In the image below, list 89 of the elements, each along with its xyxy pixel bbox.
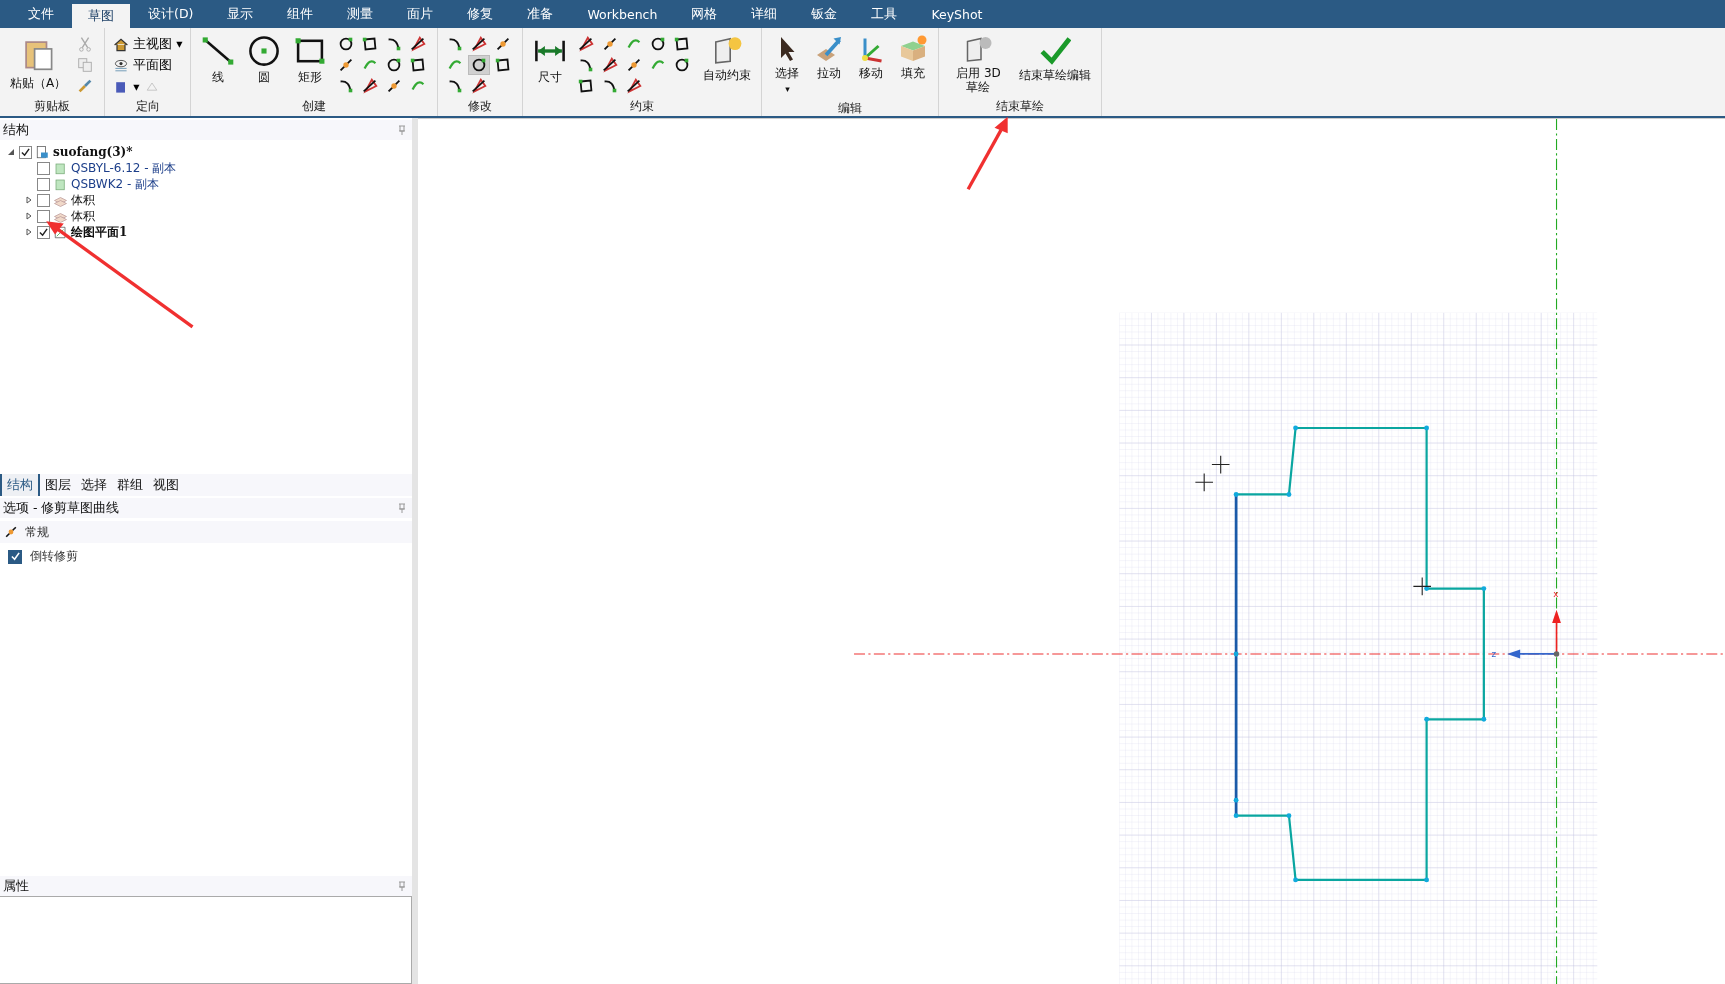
checkbox-label: 倒转修剪 bbox=[30, 549, 78, 564]
expand-toggle[interactable] bbox=[24, 212, 34, 220]
menu-tab[interactable]: 文件 bbox=[12, 0, 70, 28]
group-title: 修改 bbox=[467, 98, 494, 115]
panel-title: 属性 bbox=[3, 877, 29, 895]
panel-tab[interactable]: 视图 bbox=[148, 474, 184, 496]
menu-tab[interactable]: 详细 bbox=[735, 0, 794, 28]
menu-tab[interactable]: 修复 bbox=[451, 0, 510, 28]
sketch-tool-button[interactable]: 线 bbox=[197, 30, 240, 88]
copy-icon bbox=[76, 56, 95, 74]
paste-button[interactable]: 粘贴（A） bbox=[6, 30, 71, 94]
menu-tab[interactable]: 面片 bbox=[391, 0, 450, 28]
trim-tool-icon bbox=[470, 35, 489, 53]
edit-tool-button[interactable]: 填充 bbox=[894, 30, 933, 84]
sketch-tool-button[interactable]: 矩形 bbox=[289, 30, 332, 88]
section-title: 常规 bbox=[25, 524, 49, 540]
line-tool-icon bbox=[201, 34, 236, 68]
finish-tool-button[interactable]: 启用 3D 草绘 bbox=[945, 30, 1012, 98]
menu-tab[interactable]: KeyShot bbox=[915, 0, 999, 28]
menu-tab[interactable]: 设计(D) bbox=[132, 0, 210, 28]
sketch-tool-button[interactable]: 圆 bbox=[243, 30, 286, 88]
menu-tab[interactable]: 网格 bbox=[675, 0, 734, 28]
cube-icon bbox=[53, 160, 68, 176]
trim-tool-icon bbox=[577, 35, 596, 53]
menu-tab[interactable]: 工具 bbox=[855, 0, 914, 28]
edit-tool-button[interactable]: 拉动 bbox=[810, 30, 849, 84]
house-icon bbox=[113, 36, 130, 53]
tree-item-label[interactable]: QSBYL-6.12 - 副本 bbox=[71, 159, 177, 177]
axis-label: z bbox=[1491, 649, 1497, 660]
sketch-canvas[interactable]: x z bbox=[418, 118, 1725, 984]
tree-item-label[interactable]: 体积 bbox=[71, 191, 95, 209]
view-cube-button[interactable]: ▾ bbox=[111, 76, 162, 97]
menu-tab[interactable]: Workbench bbox=[571, 0, 674, 28]
cube-icon bbox=[53, 176, 68, 192]
trim-tool-icon bbox=[361, 77, 380, 95]
cursor-crosshair-icon bbox=[1194, 455, 1231, 492]
panel-tab[interactable]: 群组 bbox=[112, 474, 148, 496]
visibility-checkbox[interactable] bbox=[19, 145, 32, 159]
trim-tool-icon bbox=[3, 524, 19, 540]
cursor-crosshair-icon bbox=[1412, 577, 1432, 596]
tree-item-label[interactable]: suofang(3)* bbox=[53, 145, 133, 159]
plan-view-button[interactable]: 平面图 bbox=[111, 55, 175, 76]
checkbox[interactable] bbox=[8, 549, 22, 564]
group-title: 编辑 bbox=[837, 100, 864, 117]
selected-sketch-line[interactable] bbox=[1234, 494, 1238, 816]
group-title: 约束 bbox=[629, 98, 656, 115]
document-icon bbox=[35, 144, 50, 160]
eye-grid-icon bbox=[113, 57, 130, 74]
trim-tool-icon bbox=[409, 35, 428, 53]
panel-title: 选项 - 修剪草图曲线 bbox=[3, 499, 120, 517]
menu-tab[interactable]: 准备 bbox=[511, 0, 570, 28]
menu-tab[interactable]: 草图 bbox=[72, 4, 130, 28]
panel-tab[interactable]: 图层 bbox=[40, 474, 76, 496]
menu-tab[interactable]: 测量 bbox=[331, 0, 390, 28]
panel-tab[interactable]: 结构 bbox=[0, 474, 40, 496]
auto-constrain-button[interactable]: 自动约束 bbox=[699, 30, 756, 86]
trim-tool-icon bbox=[601, 56, 620, 74]
expand-toggle[interactable] bbox=[24, 228, 34, 236]
group-title: 结束草绘 bbox=[995, 98, 1046, 115]
edit-tool-button[interactable]: 移动 bbox=[852, 30, 891, 84]
home-view-button[interactable]: 主视图 ▾ bbox=[111, 34, 185, 55]
trim-tool-icon bbox=[470, 77, 489, 95]
group-title: 创建 bbox=[301, 98, 328, 115]
expand-toggle[interactable] bbox=[24, 196, 34, 204]
expand-toggle[interactable] bbox=[6, 148, 16, 156]
visibility-checkbox[interactable] bbox=[37, 161, 50, 175]
finish-tool-button[interactable]: 结束草绘编辑 bbox=[1015, 30, 1096, 86]
tree-item-label[interactable]: 绘图平面1 bbox=[71, 223, 128, 241]
circle-tool-icon bbox=[247, 34, 282, 68]
visibility-checkbox[interactable] bbox=[37, 209, 50, 223]
group-title: 剪贴板 bbox=[33, 98, 72, 115]
group-title: 定向 bbox=[134, 98, 161, 115]
menu-tab[interactable]: 钣金 bbox=[795, 0, 854, 28]
dimension-button[interactable]: 尺寸 bbox=[529, 30, 572, 88]
menu-tab[interactable]: 组件 bbox=[271, 0, 330, 28]
tree-item-label[interactable]: 体积 bbox=[71, 207, 95, 225]
edit-tool-button[interactable]: 选择 ▾ bbox=[768, 30, 807, 100]
visibility-checkbox[interactable] bbox=[37, 225, 50, 239]
panel-title: 结构 bbox=[3, 121, 29, 139]
modify-tool-button[interactable] bbox=[468, 55, 491, 75]
checkmark-icon bbox=[1039, 34, 1072, 66]
visibility-checkbox[interactable] bbox=[37, 177, 50, 191]
tree-item-label[interactable]: QSBWK2 - 副本 bbox=[71, 175, 160, 193]
fill-box-icon bbox=[898, 34, 929, 64]
trim-tool-icon bbox=[625, 77, 644, 95]
panel-tab[interactable]: 选择 bbox=[76, 474, 112, 496]
menu-tab[interactable]: 显示 bbox=[211, 0, 270, 28]
axis-label: x bbox=[1553, 589, 1559, 600]
visibility-checkbox[interactable] bbox=[37, 193, 50, 207]
